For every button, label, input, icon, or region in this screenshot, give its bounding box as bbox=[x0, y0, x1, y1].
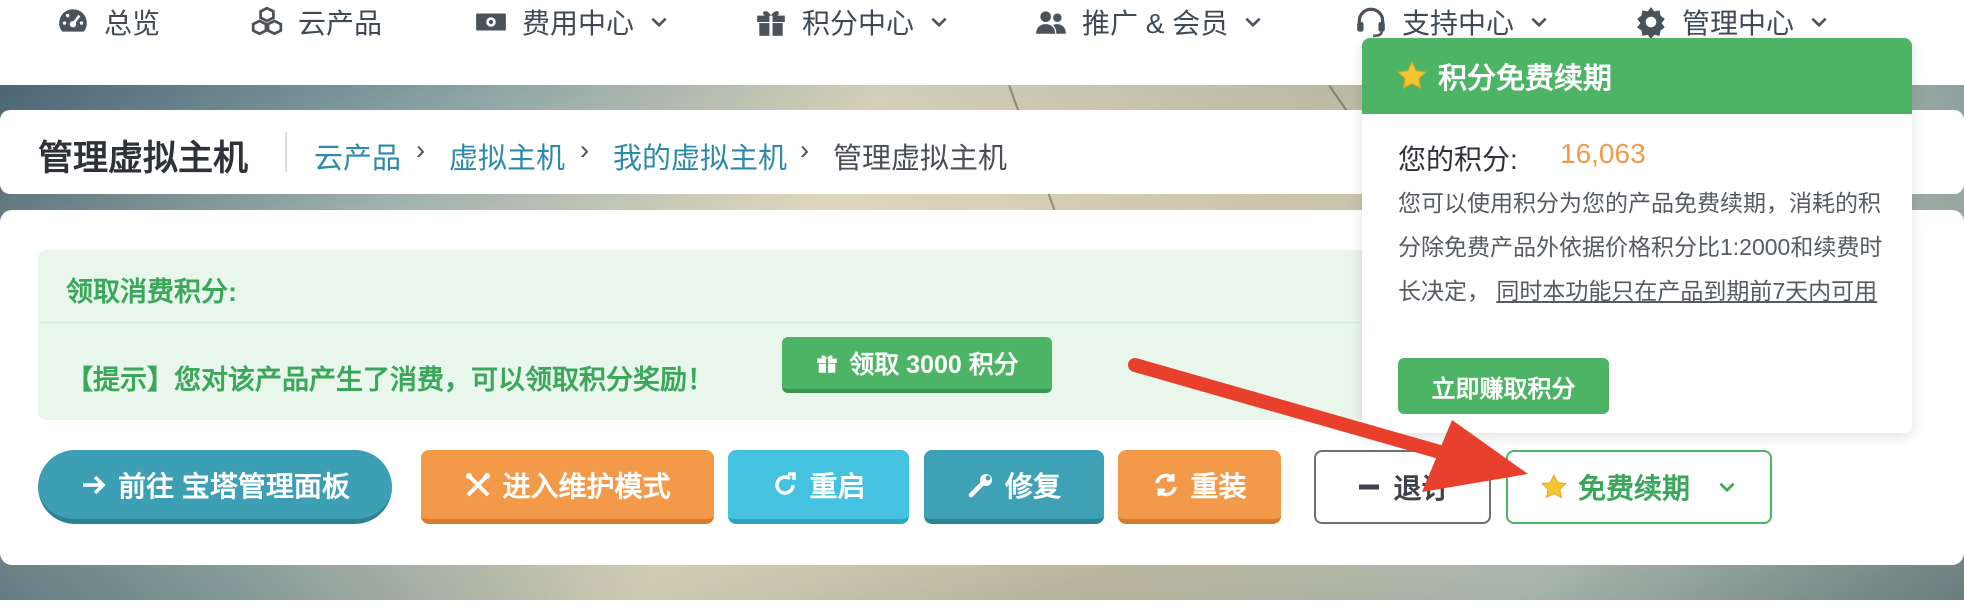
chevron-down-icon bbox=[931, 17, 947, 28]
nav-label: 推广 & 会员 bbox=[1082, 8, 1229, 39]
free-renew-label: 免费续期 bbox=[1577, 473, 1690, 504]
breadcrumb-current: 管理虚拟主机 bbox=[833, 143, 1008, 175]
claim-points-label: 领取 3000 积分 bbox=[849, 351, 1019, 379]
reinstall-button[interactable]: 重装 bbox=[1118, 450, 1281, 524]
gift-icon bbox=[757, 11, 785, 36]
star-icon bbox=[1397, 60, 1427, 90]
chevron-down-icon bbox=[1811, 17, 1827, 28]
goto-bt-panel-button[interactable]: 前往 宝塔管理面板 bbox=[38, 450, 392, 524]
users-icon bbox=[1036, 11, 1066, 34]
divider bbox=[285, 132, 287, 172]
star-icon bbox=[1541, 473, 1567, 499]
cancel-subscription-label: 退订 bbox=[1393, 473, 1450, 504]
free-renew-button[interactable]: 免费续期 bbox=[1506, 450, 1772, 524]
popover-title: 积分免费续期 bbox=[1396, 55, 1612, 97]
breadcrumb-link-cloud-products[interactable]: 云产品 bbox=[314, 135, 401, 177]
repair-label: 修复 bbox=[1004, 470, 1061, 502]
tools-icon bbox=[466, 472, 491, 496]
popover-description: 您可以使用积分为您的产品免费续期，消耗的积分除免费产品外依据价格积分比1:200… bbox=[1398, 181, 1888, 313]
repair-button[interactable]: 修复 bbox=[924, 450, 1104, 524]
minus-icon bbox=[1359, 484, 1380, 490]
cancel-subscription-button[interactable]: 退订 bbox=[1314, 450, 1491, 524]
nav-item-billing[interactable]: 费用中心 bbox=[474, 0, 670, 44]
nav-item-points[interactable]: 积分中心 bbox=[754, 0, 950, 44]
breadcrumb-separator: › bbox=[416, 135, 425, 165]
nav-label: 总览 bbox=[104, 8, 161, 39]
nav-item-cloud-products[interactable]: 云产品 bbox=[250, 0, 382, 44]
breadcrumb-separator: › bbox=[800, 135, 809, 165]
points-balance-label: 您的积分: bbox=[1398, 144, 1518, 175]
nav-item-affiliate[interactable]: 推广 & 会员 bbox=[1034, 0, 1264, 44]
nav-label: 支持中心 bbox=[1402, 8, 1515, 39]
earn-points-button[interactable]: 立即赚取积分 bbox=[1398, 358, 1609, 414]
nav-label: 积分中心 bbox=[802, 8, 915, 39]
nav-item-overview[interactable]: 总览 bbox=[56, 0, 160, 44]
reboot-button[interactable]: 重启 bbox=[728, 450, 909, 524]
maintenance-mode-label: 进入维护模式 bbox=[502, 470, 671, 502]
maintenance-mode-button[interactable]: 进入维护模式 bbox=[421, 450, 714, 524]
chevron-down-icon bbox=[651, 17, 667, 28]
dashboard-icon bbox=[59, 9, 87, 32]
gift-icon bbox=[817, 355, 837, 373]
wrench-icon bbox=[968, 473, 992, 497]
points-balance-value: 16,063 bbox=[1560, 138, 1646, 169]
gear-icon bbox=[1637, 7, 1665, 39]
nav-label: 云产品 bbox=[298, 8, 383, 39]
money-icon bbox=[476, 13, 506, 31]
headset-icon bbox=[1357, 7, 1385, 38]
claim-points-button[interactable]: 领取 3000 积分 bbox=[782, 337, 1052, 393]
points-box-header: 领取消费积分: bbox=[38, 250, 1538, 323]
popover-note-link[interactable]: 同时本功能只在产品到期前7天内可用 bbox=[1496, 278, 1877, 304]
cubes-icon bbox=[251, 6, 283, 36]
page-title: 管理虚拟主机 bbox=[38, 139, 249, 178]
nav-label: 费用中心 bbox=[522, 8, 635, 39]
chevron-down-icon bbox=[1245, 17, 1261, 28]
points-hint-text: 【提示】您对该产品产生了消费，可以领取积分奖励！ bbox=[66, 365, 714, 395]
free-renew-popover: 积分免费续期 您的积分: 16,063 您可以使用积分为您的产品免费续期，消耗的… bbox=[1362, 38, 1912, 433]
consumption-points-box: 领取消费积分: 【提示】您对该产品产生了消费，可以领取积分奖励！ 领取 3000… bbox=[38, 250, 1538, 420]
reboot-label: 重启 bbox=[809, 470, 866, 502]
breadcrumb-separator: › bbox=[580, 135, 589, 165]
points-box-title: 领取消费积分: bbox=[66, 277, 237, 307]
sync-icon bbox=[1155, 473, 1178, 496]
breadcrumb-link-virtual-host[interactable]: 虚拟主机 bbox=[449, 135, 565, 177]
reinstall-label: 重装 bbox=[1190, 470, 1247, 502]
redo-icon bbox=[775, 471, 797, 495]
chevron-down-icon bbox=[1531, 17, 1547, 28]
popover-header: 积分免费续期 bbox=[1362, 38, 1912, 114]
breadcrumb-link-my-virtual-host[interactable]: 我的虚拟主机 bbox=[613, 135, 787, 177]
nav-label: 管理中心 bbox=[1682, 8, 1795, 39]
chevron-down-icon bbox=[1719, 482, 1735, 493]
popover-title-text: 积分免费续期 bbox=[1438, 63, 1613, 95]
goto-bt-panel-label: 前往 宝塔管理面板 bbox=[118, 470, 350, 502]
arrow-right-icon bbox=[83, 475, 106, 494]
